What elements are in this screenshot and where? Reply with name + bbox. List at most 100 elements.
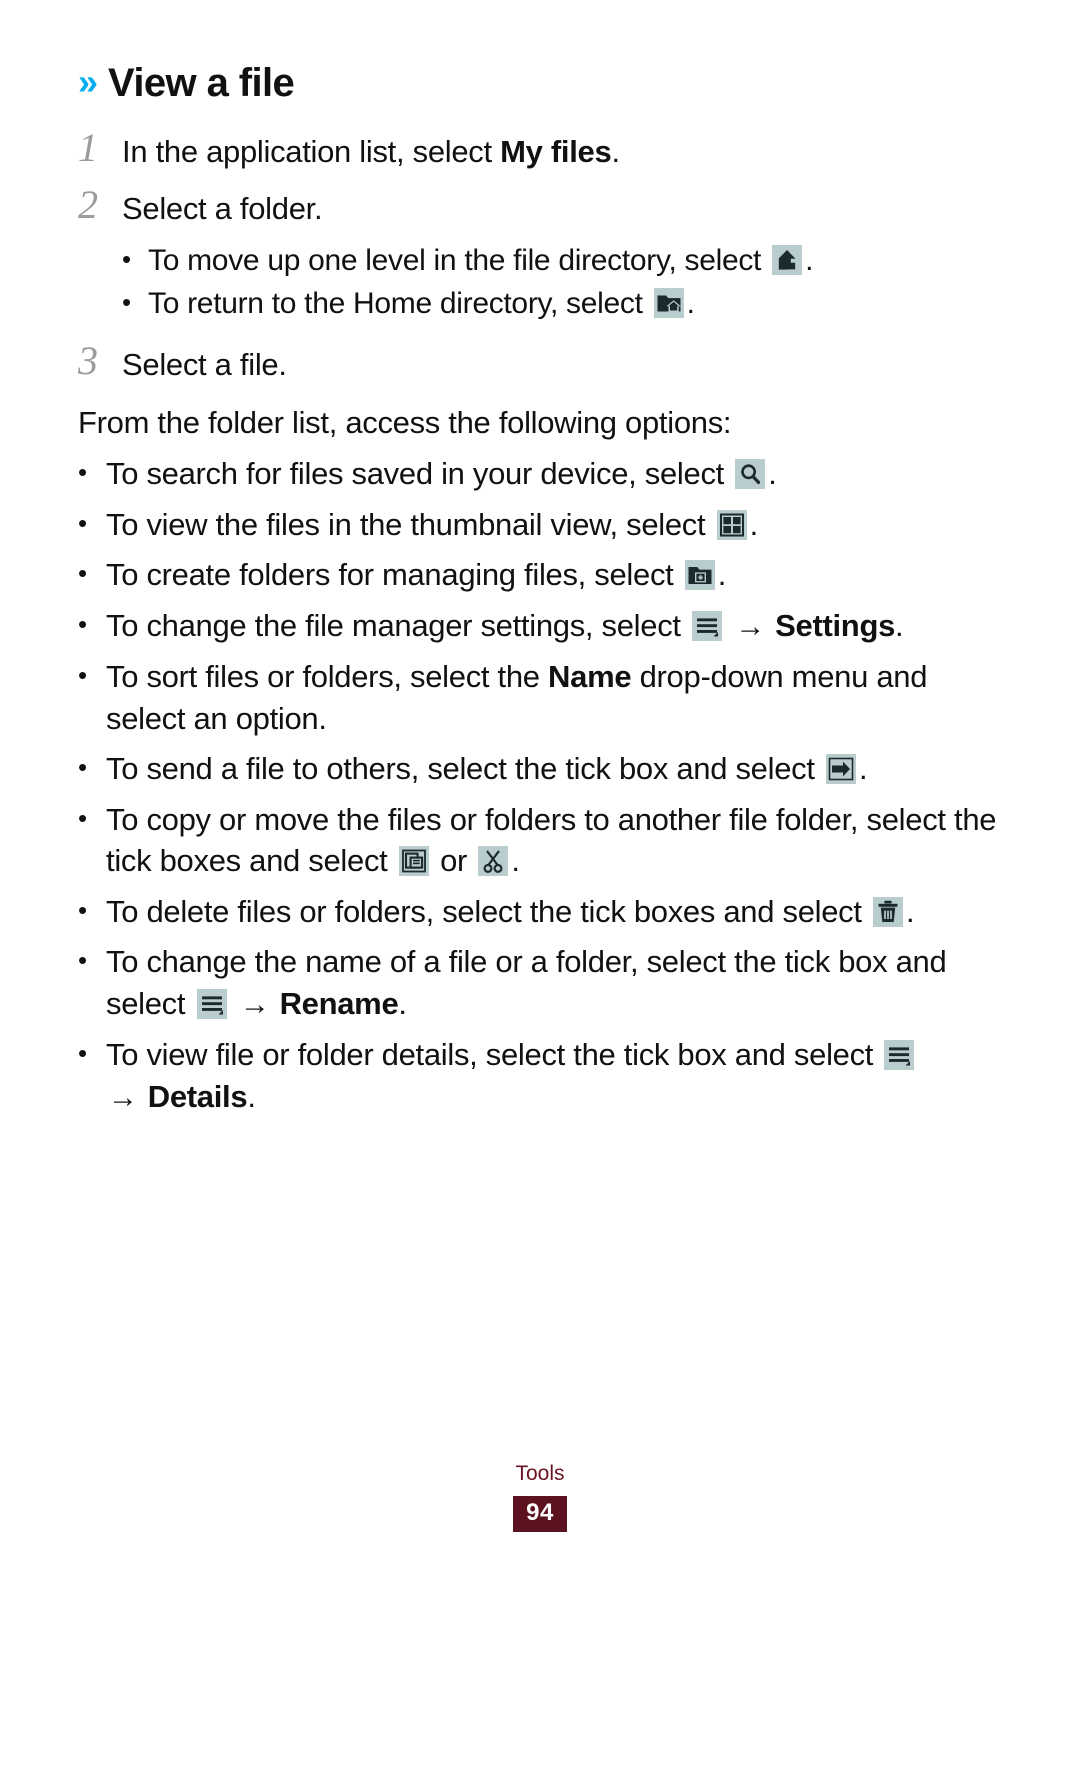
options-menu-icon[interactable] — [884, 1040, 915, 1071]
list-item-segment: . — [717, 557, 727, 593]
list-item: • To view file or folder details, select … — [78, 1034, 1000, 1118]
bullet-dot-icon: • — [78, 1038, 87, 1069]
list-item-segment: . — [511, 843, 520, 879]
step-number: 2 — [78, 181, 98, 227]
search-icon[interactable] — [735, 459, 766, 490]
options-menu-icon[interactable] — [196, 988, 227, 1019]
list-item-segment: . — [906, 893, 915, 929]
list-item-segment: or — [431, 843, 476, 879]
list-item-segment: To change the file manager settings, sel… — [106, 607, 690, 643]
list-item-segment: To view file or folder details, select t… — [106, 1037, 882, 1073]
list-item: • To create folders for managing files, s… — [78, 554, 1000, 596]
list-item: • To copy or move the files or folders to… — [78, 799, 1000, 882]
list-item-segment: . — [895, 607, 904, 643]
step-text: Select a file. — [122, 346, 287, 382]
list-item: • To search for files saved in your devic… — [78, 453, 1000, 495]
bullet-dot-icon: • — [122, 243, 131, 274]
list-item: • To change the file manager settings, se… — [78, 605, 1000, 647]
bullet-dot-icon: • — [78, 945, 87, 976]
new-folder-icon[interactable] — [684, 560, 715, 591]
intro-paragraph: From the folder list, access the followi… — [78, 404, 732, 440]
step-number: 3 — [78, 337, 98, 383]
step-number: 1 — [78, 125, 98, 170]
bullet-dot-icon: • — [78, 558, 87, 589]
footer-section-label: Tools — [515, 1462, 565, 1485]
arrow-right-icon: → — [108, 1080, 146, 1114]
bullet-dot-icon: • — [78, 752, 87, 783]
list-item-segment: . — [749, 506, 759, 542]
list-item: • To return to the Home directory, selec… — [122, 283, 1000, 324]
list-item-text: To delete files or folders, select the t… — [106, 891, 1000, 933]
delete-icon[interactable] — [873, 896, 903, 927]
bullet-dot-icon: • — [78, 660, 87, 691]
step-item: 1 In the application list, select My fil… — [78, 126, 1000, 173]
list-item-text: To search for files saved in your device… — [106, 453, 1000, 495]
step-text-lead: In the application list, select — [122, 134, 501, 169]
list-item-emphasis: Settings — [775, 607, 896, 643]
page-number-badge: 94 — [513, 1496, 567, 1532]
bullet-dot-icon: • — [78, 457, 87, 488]
list-item-text: To view file or folder details, select t… — [106, 1034, 1000, 1118]
send-icon[interactable] — [825, 754, 856, 785]
list-item: • To move up one level in the file direc… — [122, 240, 1000, 281]
move-up-level-icon[interactable] — [772, 244, 803, 275]
step-text: Select a folder. — [122, 190, 323, 226]
substep-list: • To move up one level in the file direc… — [78, 240, 1000, 325]
options-list: • To search for files saved in your devic… — [78, 453, 1000, 1117]
home-directory-icon[interactable] — [653, 288, 684, 319]
bullet-dot-icon: • — [78, 507, 87, 538]
list-item-segment: To send a file to others, select the tic… — [106, 751, 823, 787]
list-item-lead: To return to the Home directory, select — [148, 287, 651, 321]
list-item: • To view the files in the thumbnail view… — [78, 504, 1000, 546]
step-item: 3 Select a file. — [78, 339, 1000, 386]
list-item-segment: . — [858, 751, 868, 787]
bullet-dot-icon: • — [122, 287, 131, 318]
list-item-lead: To move up one level in the file directo… — [148, 243, 770, 277]
list-item: • To delete files or folders, select the … — [78, 891, 1000, 933]
copy-icon[interactable] — [398, 846, 429, 877]
step-text: In the application list, select My files… — [122, 126, 620, 173]
list-item-tail: . — [686, 287, 695, 321]
step-text-emphasis: My files — [500, 134, 612, 169]
step-text-tail: . — [611, 134, 620, 169]
list-item-text: To sort files or folders, select the Nam… — [106, 656, 1000, 739]
list-item-segment: To view the files in the thumbnail view,… — [106, 506, 714, 542]
list-item: • To sort files or folders, select the Na… — [78, 656, 1000, 739]
list-item-segment: . — [247, 1078, 256, 1114]
chevron-double-right-icon: » — [78, 61, 98, 102]
list-item-text: To send a file to others, select the tic… — [106, 748, 1000, 790]
page-footer: Tools 94 — [0, 1462, 1080, 1532]
list-item-emphasis: Rename — [279, 985, 399, 1021]
list-item-segment: To create folders for managing files, se… — [106, 557, 682, 593]
list-item-text: To return to the Home directory, select … — [148, 283, 1000, 324]
bullet-dot-icon: • — [78, 802, 87, 833]
arrow-right-icon: → — [735, 609, 774, 643]
list-item-segment: . — [398, 985, 407, 1021]
list-item-emphasis: Name — [548, 659, 632, 695]
list-item-text: To change the name of a file or a folder… — [106, 941, 1000, 1025]
list-item-segment: . — [768, 456, 777, 492]
thumbnail-view-icon[interactable] — [716, 509, 747, 540]
list-item-text: To change the file manager settings, sel… — [106, 605, 1000, 647]
list-item-segment: To sort files or folders, select the — [106, 659, 549, 695]
list-item-tail: . — [805, 243, 814, 277]
page-title: » View a file — [78, 62, 1000, 104]
bullet-dot-icon: • — [78, 894, 87, 925]
list-item-emphasis: Details — [147, 1078, 248, 1114]
list-item-segment: To copy or move the files or folders to … — [106, 801, 997, 879]
options-menu-icon[interactable] — [692, 610, 723, 641]
list-item-text: To create folders for managing files, se… — [106, 554, 1000, 596]
cut-icon[interactable] — [478, 846, 509, 877]
list-item: • To send a file to others, select the ti… — [78, 748, 1000, 790]
list-item-segment: To search for files saved in your device… — [106, 456, 733, 492]
heading-text: View a file — [108, 61, 295, 105]
list-item-text: To copy or move the files or folders to … — [106, 799, 1000, 882]
list-item-segment — [230, 986, 238, 1021]
arrow-right-icon: → — [239, 987, 278, 1021]
bullet-dot-icon: • — [78, 608, 87, 639]
step-item: 2 Select a folder. — [78, 183, 1000, 230]
list-item: • To change the name of a file or a folde… — [78, 941, 1000, 1025]
list-item-text: To view the files in the thumbnail view,… — [106, 504, 1000, 546]
list-item-text: To move up one level in the file directo… — [148, 240, 1000, 281]
list-item-segment: To delete files or folders, select the t… — [106, 893, 870, 929]
